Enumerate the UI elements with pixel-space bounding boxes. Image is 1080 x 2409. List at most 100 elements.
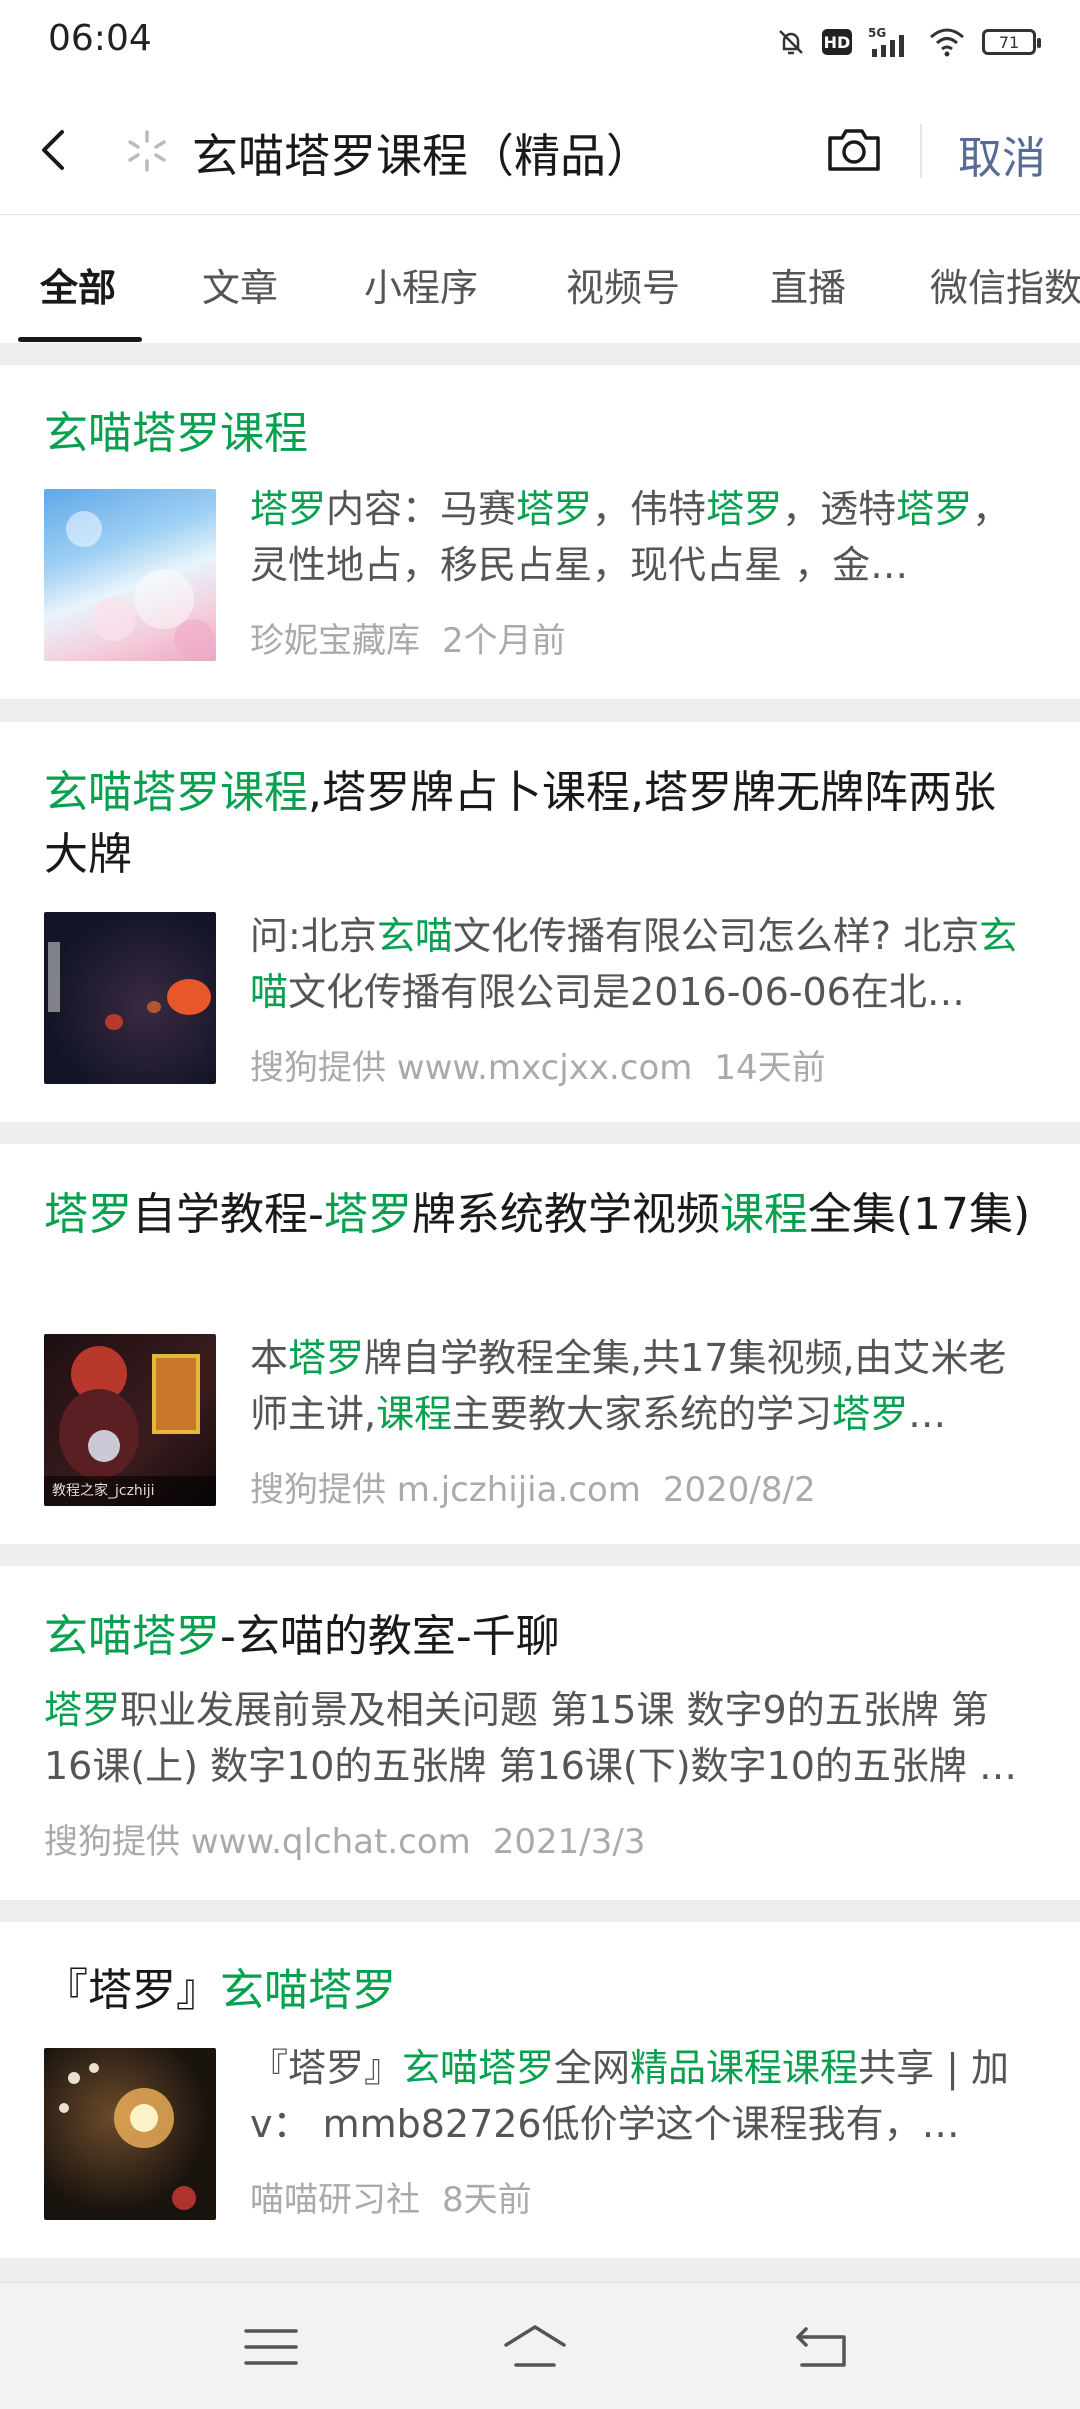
mute-bell-icon [779, 30, 803, 55]
battery-level: 71 [998, 32, 1020, 52]
tab-all[interactable]: 全部 [40, 257, 116, 312]
result-title[interactable]: 玄喵塔罗课程,塔罗牌占卜课程,塔罗牌无牌阵两张大牌 [44, 762, 1036, 886]
result-title[interactable]: 玄喵塔罗课程 [44, 403, 1036, 465]
text-segment: 『塔罗』 [44, 1965, 220, 2016]
text-segment: 内容：马赛 [326, 487, 517, 531]
result-thumbnail[interactable] [44, 2048, 216, 2220]
tab-articles[interactable]: 文章 [202, 257, 278, 312]
text-segment: ，透特 [782, 487, 897, 531]
highlighted-keyword: 精品课程课程 [630, 2046, 859, 2090]
home-icon[interactable] [500, 2319, 570, 2375]
text-segment: ，伟特 [592, 487, 707, 531]
highlighted-keyword: 玄喵 [376, 914, 453, 958]
result-source: 搜狗提供 www.mxcjxx.com [250, 1048, 693, 1088]
highlighted-keyword: 塔罗 [44, 1688, 121, 1732]
result-card[interactable]: 玄喵塔罗课程,塔罗牌占卜课程,塔罗牌无牌阵两张大牌 问:北京玄喵文化传播有限公司… [0, 722, 1080, 1122]
result-time: 2021/3/3 [492, 1822, 646, 1862]
tab-wechat-index[interactable]: 微信指数 [930, 257, 1080, 312]
camera-icon[interactable] [824, 120, 884, 180]
text-segment: 本 [250, 1336, 289, 1380]
text-segment: -玄喵的教室-千聊 [220, 1611, 560, 1662]
result-card[interactable]: 玄喵塔罗-玄喵的教室-千聊 塔罗职业发展前景及相关问题 第15课 数字9的五张牌… [0, 1566, 1080, 1900]
result-meta: 喵喵研习社 8天前 [250, 2172, 532, 2221]
result-snippet: 本塔罗牌自学教程全集,共17集视频,由艾米老师主讲,课程主要教大家系统的学习塔罗… [250, 1330, 1036, 1442]
loading-spinner-icon [128, 130, 166, 172]
result-time: 8天前 [442, 2180, 532, 2220]
text-segment: 牌系统教学视频 [411, 1189, 720, 1240]
text-segment: 全网 [554, 2046, 631, 2090]
highlighted-keyword: 塔罗 [896, 487, 973, 531]
text-segment: 全集(17集) [807, 1189, 1031, 1240]
search-input[interactable]: 玄喵塔罗课程（精品） [192, 120, 652, 186]
text-segment: 『塔罗』 [250, 2046, 403, 2090]
highlighted-keyword: 玄喵塔罗 [402, 2046, 555, 2090]
highlighted-keyword: 玄喵塔罗课程 [44, 408, 308, 459]
blossom-image-icon [66, 511, 214, 659]
result-source: 珍妮宝藏库 [250, 621, 420, 661]
highlighted-keyword: 塔罗 [832, 1392, 909, 1436]
text-segment: … [908, 1392, 947, 1436]
hd-icon: HD [822, 29, 852, 55]
back-arrow-icon[interactable] [28, 120, 82, 180]
text-segment: 问:北京 [250, 914, 377, 958]
back-nav-icon[interactable] [788, 2319, 858, 2375]
highlighted-keyword: 塔罗 [516, 487, 593, 531]
result-source: 搜狗提供 m.jczhijia.com [250, 1470, 641, 1510]
result-snippet: 『塔罗』玄喵塔罗全网精品课程课程共享 | 加v： mmb82726低价学这个课程… [250, 2040, 1036, 2152]
text-segment: 文化传播有限公司是2016-06-06在北… [288, 970, 965, 1014]
status-time: 06:04 [48, 18, 152, 59]
battery-icon: 71 [982, 29, 1041, 55]
result-thumbnail[interactable] [44, 912, 216, 1084]
result-card[interactable]: 塔罗自学教程-塔罗牌系统教学视频课程全集(17集) 教程之家_jczhiji 本… [0, 1144, 1080, 1544]
highlighted-keyword: 塔罗 [288, 1336, 365, 1380]
result-title[interactable]: 『塔罗』玄喵塔罗 [44, 1960, 1036, 2022]
tab-live[interactable]: 直播 [770, 257, 846, 312]
result-snippet: 塔罗内容：马赛塔罗，伟特塔罗，透特塔罗，灵性地占，移民占星，现代占星 ，金… [250, 481, 1036, 593]
header-divider [920, 124, 922, 178]
result-source: 喵喵研习社 [250, 2180, 420, 2220]
result-time: 14天前 [714, 1048, 826, 1088]
highlighted-keyword: 塔罗 [706, 487, 783, 531]
result-card[interactable]: 『塔罗』玄喵塔罗 『塔罗』玄喵塔罗全网精品课程课程共享 | 加v： mmb827… [0, 1922, 1080, 2258]
result-title[interactable]: 玄喵塔罗-玄喵的教室-千聊 [44, 1606, 1036, 1668]
highlighted-keyword: 玄喵塔罗课程 [44, 767, 308, 818]
wifi-icon [930, 28, 964, 57]
result-time: 2020/8/2 [662, 1470, 816, 1510]
result-time: 2个月前 [442, 621, 566, 661]
result-meta: 搜狗提供 www.qlchat.com 2021/3/3 [44, 1814, 645, 1863]
network-label: 5G [868, 26, 886, 40]
result-thumbnail[interactable]: 教程之家_jczhiji [44, 1334, 216, 1506]
search-header: 玄喵塔罗课程（精品） 取消 [0, 84, 1080, 215]
highlighted-keyword: 玄喵塔罗 [44, 1611, 220, 1662]
text-segment: 文化传播有限公司怎么样? 北京 [452, 914, 980, 958]
cancel-button[interactable]: 取消 [958, 122, 1046, 186]
text-segment: 主要教大家系统的学习 [452, 1392, 833, 1436]
thumbnail-caption: 教程之家_jczhiji [44, 1476, 216, 1506]
highlighted-keyword: 课程 [719, 1189, 808, 1240]
system-nav-bar [0, 2282, 1080, 2409]
text-segment: 自学教程- [132, 1189, 324, 1240]
tab-channels[interactable]: 视频号 [566, 257, 680, 312]
signal-icon: 5G [868, 26, 904, 57]
highlighted-keyword: 玄喵塔罗 [220, 1965, 396, 2016]
result-title[interactable]: 塔罗自学教程-塔罗牌系统教学视频课程全集(17集) [44, 1184, 1036, 1246]
active-tab-indicator [18, 337, 142, 342]
result-card[interactable]: 玄喵塔罗课程 塔罗内容：马赛塔罗，伟特塔罗，透特塔罗，灵性地占，移民占星，现代占… [0, 365, 1080, 699]
highlighted-keyword: 塔罗 [323, 1189, 412, 1240]
menu-icon[interactable] [236, 2319, 306, 2375]
status-bar: 06:04 HD 5G 71 [0, 0, 1080, 84]
result-thumbnail[interactable] [44, 489, 216, 661]
status-icons: HD 5G 71 [776, 22, 1041, 62]
highlighted-keyword: 塔罗 [250, 487, 327, 531]
result-meta: 珍妮宝藏库 2个月前 [250, 613, 566, 662]
text-segment: 职业发展前景及相关问题 第15课 数字9的五张牌 第16课(上) 数字10的五张… [44, 1688, 1017, 1788]
highlighted-keyword: 课程 [376, 1392, 453, 1436]
filter-tabs: 全部 文章 小程序 视频号 直播 微信指数 [0, 215, 1080, 343]
highlighted-keyword: 塔罗 [44, 1189, 132, 1240]
result-meta: 搜狗提供 m.jczhijia.com 2020/8/2 [250, 1462, 816, 1511]
result-snippet: 问:北京玄喵文化传播有限公司怎么样? 北京玄喵文化传播有限公司是2016-06-… [250, 908, 1036, 1020]
lantern-image-icon [48, 942, 211, 1030]
tab-mini-programs[interactable]: 小程序 [364, 257, 478, 312]
result-meta: 搜狗提供 www.mxcjxx.com 14天前 [250, 1040, 826, 1089]
result-snippet: 塔罗职业发展前景及相关问题 第15课 数字9的五张牌 第16课(上) 数字10的… [44, 1682, 1036, 1794]
